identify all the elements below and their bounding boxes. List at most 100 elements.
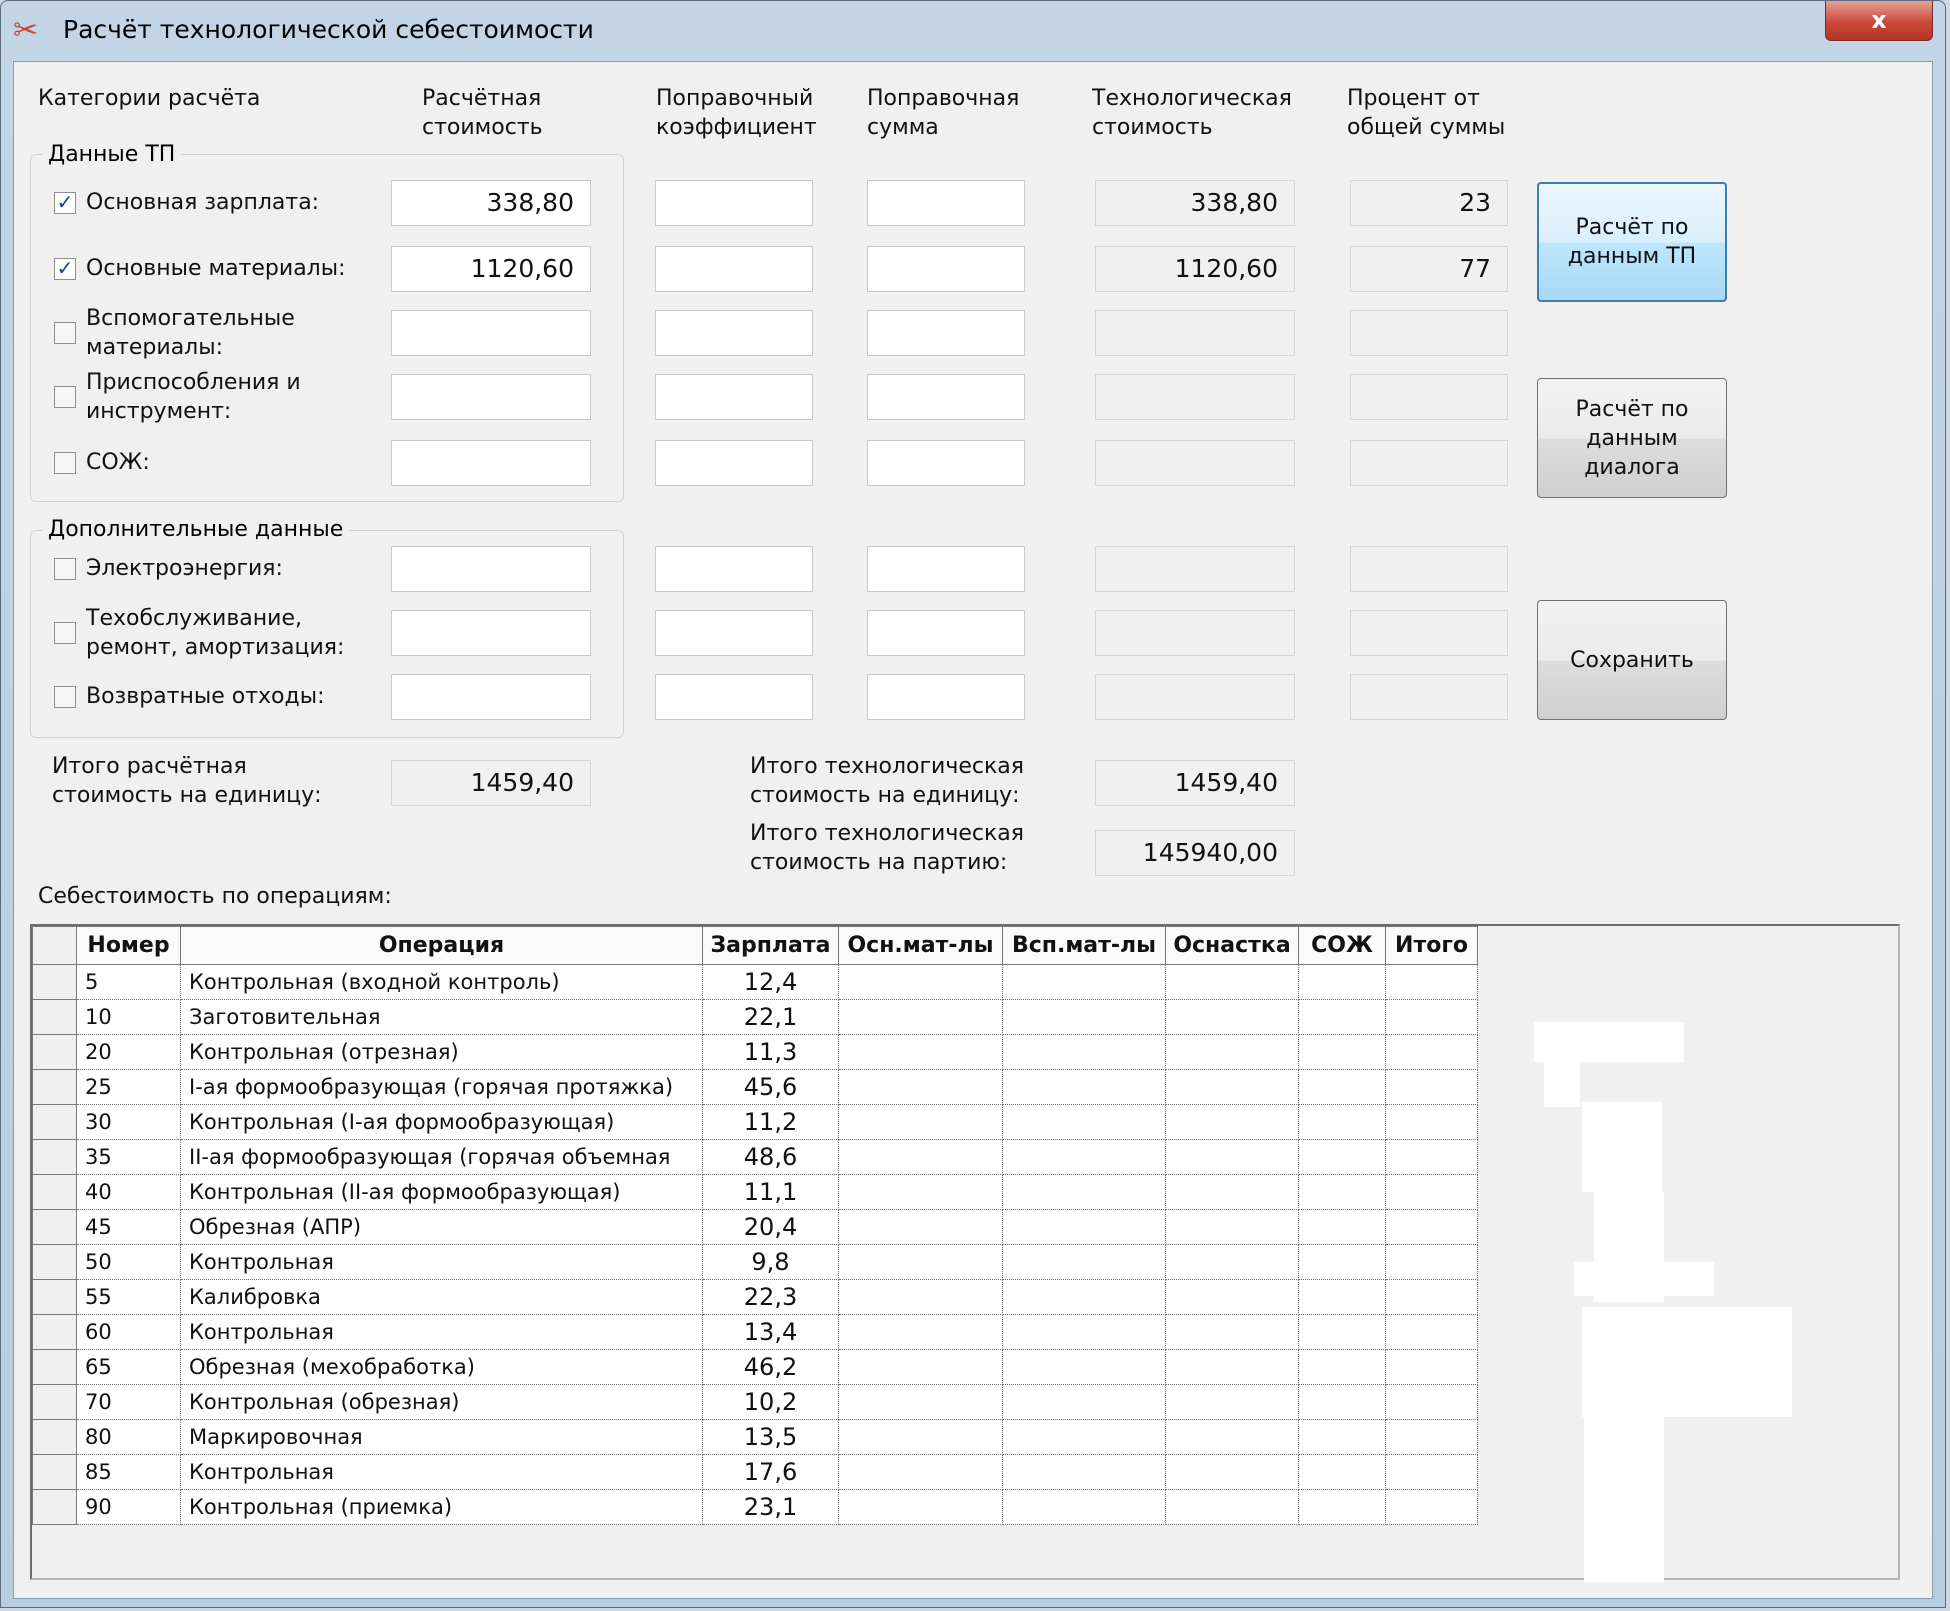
cell-operation[interactable]: Заготовительная: [180, 999, 703, 1035]
cell-main-materials[interactable]: [838, 1139, 1003, 1175]
cell-number[interactable]: 50: [76, 1244, 181, 1280]
cell-total[interactable]: [1385, 1244, 1478, 1280]
row-header[interactable]: [32, 999, 77, 1035]
col-header-salary[interactable]: Зарплата: [702, 926, 839, 965]
cell-aux-materials[interactable]: [1002, 1104, 1166, 1140]
cell-salary[interactable]: 17,6: [702, 1454, 839, 1490]
cell-coolant[interactable]: [1298, 999, 1386, 1035]
cell-main-materials[interactable]: [838, 1384, 1003, 1420]
cell-total[interactable]: [1385, 999, 1478, 1035]
cell-coolant[interactable]: [1298, 1069, 1386, 1105]
cell-operation[interactable]: Обрезная (мехобработка): [180, 1349, 703, 1385]
cell-coolant[interactable]: [1298, 1104, 1386, 1140]
col-header-total[interactable]: Итого: [1385, 926, 1478, 965]
cell-operation[interactable]: I-ая формообразующая (горячая протяжка): [180, 1069, 703, 1105]
row-header[interactable]: [32, 1419, 77, 1455]
cell-operation[interactable]: Контрольная (входной контроль): [180, 964, 703, 1000]
cell-salary[interactable]: 13,5: [702, 1419, 839, 1455]
cell-number[interactable]: 20: [76, 1034, 181, 1070]
checkbox-main-materials[interactable]: ✓: [54, 258, 76, 280]
cell-main-materials[interactable]: [838, 1174, 1003, 1210]
cell-number[interactable]: 40: [76, 1174, 181, 1210]
coef-tooling[interactable]: [655, 374, 813, 420]
cell-coolant[interactable]: [1298, 1174, 1386, 1210]
row-header[interactable]: [32, 1209, 77, 1245]
col-header-aux-materials[interactable]: Всп.мат-лы: [1002, 926, 1166, 965]
table-row[interactable]: 55 Калибровка 22,3: [32, 1279, 1478, 1315]
title-bar[interactable]: ✂ Расчёт технологической себестоимости x: [1, 1, 1945, 61]
coef-main-materials[interactable]: [655, 246, 813, 292]
cell-salary[interactable]: 48,6: [702, 1139, 839, 1175]
calc-maintenance[interactable]: [391, 610, 591, 656]
table-row[interactable]: 90 Контрольная (приемка) 23,1: [32, 1489, 1478, 1525]
table-row[interactable]: 80 Маркировочная 13,5: [32, 1419, 1478, 1455]
cell-number[interactable]: 70: [76, 1384, 181, 1420]
cell-aux-materials[interactable]: [1002, 1139, 1166, 1175]
col-header-main-materials[interactable]: Осн.мат-лы: [838, 926, 1003, 965]
cell-salary[interactable]: 10,2: [702, 1384, 839, 1420]
table-row[interactable]: 65 Обрезная (мехобработка) 46,2: [32, 1349, 1478, 1385]
cell-tooling[interactable]: [1165, 1139, 1299, 1175]
sum-aux-materials[interactable]: [867, 310, 1025, 356]
cell-number[interactable]: 5: [76, 964, 181, 1000]
cell-operation[interactable]: Контрольная (обрезная): [180, 1384, 703, 1420]
cell-operation[interactable]: Контрольная: [180, 1244, 703, 1280]
cell-coolant[interactable]: [1298, 1209, 1386, 1245]
table-row[interactable]: 25 I-ая формообразующая (горячая протяжка…: [32, 1069, 1478, 1105]
cell-operation[interactable]: Контрольная (II-ая формообразующая): [180, 1174, 703, 1210]
cell-aux-materials[interactable]: [1002, 1209, 1166, 1245]
cell-coolant[interactable]: [1298, 1349, 1386, 1385]
cell-salary[interactable]: 22,3: [702, 1279, 839, 1315]
cell-tooling[interactable]: [1165, 1349, 1299, 1385]
cell-total[interactable]: [1385, 1489, 1478, 1525]
cell-number[interactable]: 60: [76, 1314, 181, 1350]
cell-aux-materials[interactable]: [1002, 1069, 1166, 1105]
table-row[interactable]: 50 Контрольная 9,8: [32, 1244, 1478, 1280]
cell-coolant[interactable]: [1298, 1454, 1386, 1490]
cell-operation[interactable]: Обрезная (АПР): [180, 1209, 703, 1245]
calc-electricity[interactable]: [391, 546, 591, 592]
table-row[interactable]: 70 Контрольная (обрезная) 10,2: [32, 1384, 1478, 1420]
sum-main-materials[interactable]: [867, 246, 1025, 292]
cell-operation[interactable]: Контрольная (отрезная): [180, 1034, 703, 1070]
row-header[interactable]: [32, 1314, 77, 1350]
cell-main-materials[interactable]: [838, 1209, 1003, 1245]
cell-coolant[interactable]: [1298, 1034, 1386, 1070]
coef-main-salary[interactable]: [655, 180, 813, 226]
save-button[interactable]: Сохранить: [1537, 600, 1727, 720]
cell-aux-materials[interactable]: [1002, 999, 1166, 1035]
col-header-number[interactable]: Номер: [76, 926, 181, 965]
cell-number[interactable]: 55: [76, 1279, 181, 1315]
cell-tooling[interactable]: [1165, 1174, 1299, 1210]
cell-tooling[interactable]: [1165, 1244, 1299, 1280]
cell-salary[interactable]: 45,6: [702, 1069, 839, 1105]
cell-main-materials[interactable]: [838, 1244, 1003, 1280]
calc-returnable-waste[interactable]: [391, 674, 591, 720]
cell-aux-materials[interactable]: [1002, 1489, 1166, 1525]
coef-maintenance[interactable]: [655, 610, 813, 656]
calc-aux-materials[interactable]: [391, 310, 591, 356]
cell-number[interactable]: 80: [76, 1419, 181, 1455]
sum-maintenance[interactable]: [867, 610, 1025, 656]
row-header[interactable]: [32, 1174, 77, 1210]
row-header[interactable]: [32, 964, 77, 1000]
cell-main-materials[interactable]: [838, 1419, 1003, 1455]
cell-main-materials[interactable]: [838, 1279, 1003, 1315]
cell-total[interactable]: [1385, 1069, 1478, 1105]
col-header-operation[interactable]: Операция: [180, 926, 703, 965]
cell-tooling[interactable]: [1165, 999, 1299, 1035]
cell-number[interactable]: 85: [76, 1454, 181, 1490]
cell-main-materials[interactable]: [838, 999, 1003, 1035]
cell-total[interactable]: [1385, 1209, 1478, 1245]
row-header[interactable]: [32, 1244, 77, 1280]
cell-operation[interactable]: Маркировочная: [180, 1419, 703, 1455]
cell-tooling[interactable]: [1165, 1209, 1299, 1245]
col-header-tooling[interactable]: Оснастка: [1165, 926, 1299, 965]
table-row[interactable]: 20 Контрольная (отрезная) 11,3: [32, 1034, 1478, 1070]
cell-number[interactable]: 30: [76, 1104, 181, 1140]
cell-total[interactable]: [1385, 964, 1478, 1000]
cell-salary[interactable]: 12,4: [702, 964, 839, 1000]
table-row[interactable]: 5 Контрольная (входной контроль) 12,4: [32, 964, 1478, 1000]
coef-electricity[interactable]: [655, 546, 813, 592]
row-header[interactable]: [32, 1454, 77, 1490]
